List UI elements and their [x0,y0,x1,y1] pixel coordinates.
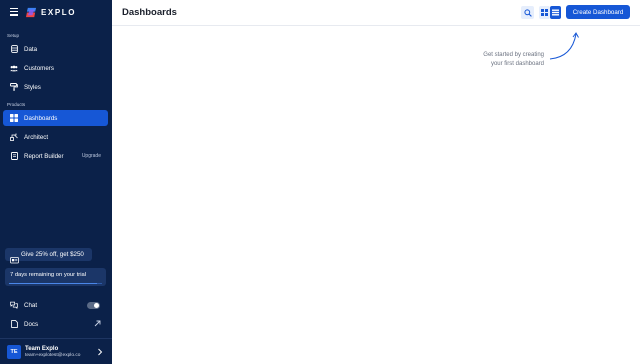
trial-progress-fill [9,282,98,284]
sidebar-item-dashboards[interactable]: Dashboards [3,110,108,126]
grid-view-button[interactable] [539,6,550,19]
sidebar-item-label: Architect [24,133,49,141]
page-title: Dashboards [122,7,177,18]
grid-view-icon [541,9,548,16]
hamburger-menu-icon[interactable] [10,8,18,16]
paint-roller-icon [10,83,18,91]
section-label-products: Products [7,102,26,107]
brand-name: EXPLO [41,7,77,17]
section-label-setup: Setup [7,33,20,38]
sidebar-item-label: Dashboards [24,114,58,122]
search-button[interactable] [521,6,534,19]
hint-line-1: Get started by creating [483,52,544,58]
database-icon [10,45,18,53]
sidebar-item-architect[interactable]: Architect [3,129,108,145]
gift-icon [10,251,19,263]
sidebar-item-docs[interactable]: Docs [3,316,108,332]
external-link-icon [94,320,101,329]
sidebar: EXPLO Setup Data Customers Styles Produc… [0,0,112,364]
explo-logo-icon [26,7,37,17]
referral-promo[interactable]: Give 25% off, get $250 [5,248,92,263]
sidebar-header: EXPLO [0,0,112,24]
report-icon [10,152,18,160]
sidebar-item-styles[interactable]: Styles [3,79,108,95]
trial-progress-bar [9,282,102,284]
sidebar-item-label: Chat [24,301,38,309]
sidebar-item-data[interactable]: Data [3,41,108,57]
sidebar-item-label: Report Builder [24,152,64,160]
sidebar-item-label: Customers [24,64,54,72]
sidebar-item-chat[interactable]: Chat [3,297,108,313]
chat-toggle-knob [94,302,99,308]
sidebar-item-label: Docs [24,320,39,328]
promo-label: Give 25% off, get $250 [21,251,84,258]
upgrade-badge[interactable]: Upgrade [82,153,101,159]
sidebar-item-report-builder[interactable]: Report Builder Upgrade [3,148,108,164]
sidebar-item-customers[interactable]: Customers [3,60,108,76]
sidebar-item-label: Data [24,45,38,53]
search-icon [523,8,532,17]
trial-label: 7 days remaining on your trial [10,272,87,278]
empty-state-hint: Get started by creating your first dashb… [462,51,544,68]
avatar: TE [7,344,21,359]
architect-icon [10,133,18,141]
users-icon [10,64,18,72]
docs-icon [10,320,18,328]
curved-arrow-icon [549,32,579,60]
trial-banner[interactable]: 7 days remaining on your trial [5,268,106,286]
page-header: Dashboards Create Dashboard [112,0,640,26]
sidebar-item-label: Styles [24,83,41,91]
chevron-right-icon [98,348,103,355]
list-view-icon [552,9,559,16]
user-name: Team Explo [25,345,59,352]
chat-icon [10,301,18,309]
dashboard-grid-icon [10,114,18,122]
chat-toggle[interactable] [87,301,100,309]
hint-line-2: your first dashboard [490,60,544,67]
explo-logo[interactable]: EXPLO [26,6,76,18]
create-dashboard-button[interactable]: Create Dashboard [566,5,630,19]
user-email: team+explotest@explo.co [25,352,81,358]
user-profile[interactable]: TE Team Explo team+explotest@explo.co [0,338,112,364]
main-content: Dashboards Create Dashboard Get started … [112,0,640,364]
list-view-button[interactable] [550,6,561,19]
view-toggle[interactable] [539,6,561,19]
